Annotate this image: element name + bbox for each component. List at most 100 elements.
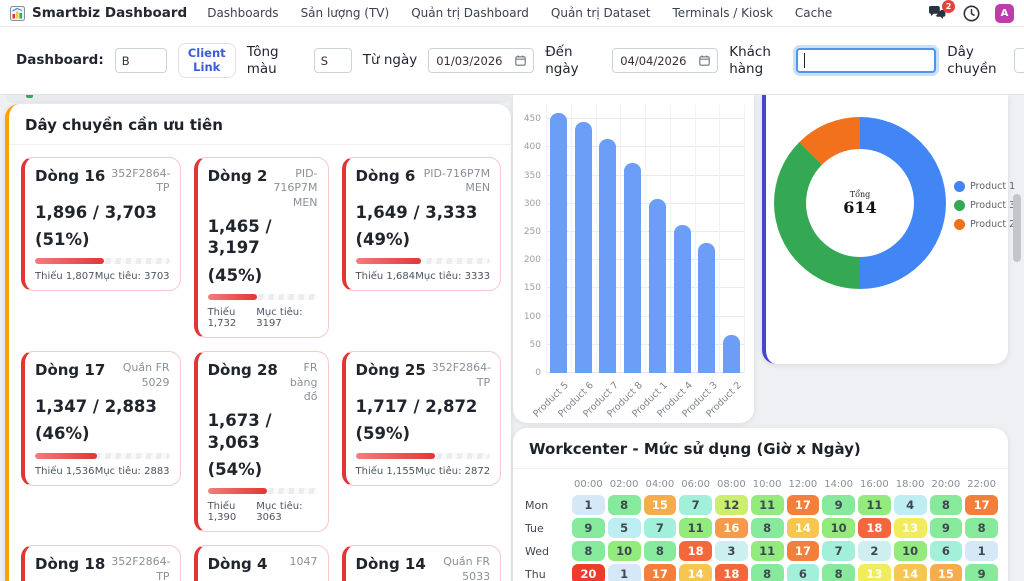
heatmap-cell: 3 (715, 541, 748, 561)
heatmap-col-header: 16:00 (858, 477, 891, 492)
heatmap-cell: 10 (608, 541, 641, 561)
card-progress-fill (356, 453, 435, 459)
top-navbar: Smartbiz Dashboard Dashboards Sản lượng (… (0, 0, 1024, 27)
chat-button[interactable]: 2 (928, 5, 948, 21)
customer-input[interactable] (796, 48, 936, 73)
heatmap-cell: 17 (965, 495, 998, 515)
heatmap-col-header: 18:00 (894, 477, 927, 492)
priority-cards-grid: Dòng 16352F2864-TP1,896 / 3,703(51%)Thiế… (9, 145, 511, 581)
card-item-code: PID-716P7M MEN (273, 167, 317, 210)
heatmap-cell: 10 (894, 541, 927, 561)
nav-item-3[interactable]: Quản trị Dataset (551, 6, 651, 20)
line-input[interactable] (1014, 48, 1024, 73)
donut-legend-label: Product 3 (970, 200, 1015, 211)
client-link-label: Client Link (188, 47, 226, 75)
donut-legend-dot (954, 219, 965, 230)
bar-vgridline (695, 105, 696, 373)
card-progress-pct: (51%) (35, 229, 170, 250)
from-date-input[interactable]: 01/03/2026 (428, 48, 534, 73)
heatmap-cell: 18 (858, 518, 891, 538)
priority-panel-title: Dây chuyền cần ưu tiên (9, 104, 511, 145)
heatmap-col-header: 04:00 (644, 477, 677, 492)
nav-item-0[interactable]: Dashboards (207, 6, 278, 20)
bar-vgridline (596, 105, 597, 373)
bar-plot: 050100150200250300350400450Product 5Prod… (546, 105, 744, 373)
brand[interactable]: Smartbiz Dashboard (10, 5, 187, 21)
heatmap-cell: 15 (930, 564, 963, 581)
user-avatar[interactable]: A (995, 4, 1014, 23)
workcenter-heatmap: 00:0002:0004:0006:0008:0010:0012:0014:00… (513, 469, 1008, 581)
heatmap-row-label: Thu (525, 564, 569, 581)
to-date-label: Đến ngày (545, 44, 601, 76)
page-scrollbar-thumb[interactable] (1013, 194, 1021, 262)
nav-item-1[interactable]: Sản lượng (TV) (301, 6, 390, 20)
to-date-input[interactable]: 04/04/2026 (612, 48, 718, 73)
card-progress-bar (356, 453, 491, 459)
card-progress-fill (35, 258, 104, 264)
calendar-icon (515, 55, 526, 66)
heatmap-cell: 1 (608, 564, 641, 581)
heatmap-cell: 2 (858, 541, 891, 561)
heatmap-col-header: 06:00 (679, 477, 712, 492)
card-header: Dòng 6PID-716P7M MEN (356, 167, 491, 196)
card-line-name: Dòng 28 (208, 361, 278, 404)
workcenter-panel: Workcenter - Mức sử dụng (Giờ x Ngày) 00… (513, 428, 1008, 581)
nav-item-4[interactable]: Terminals / Kiosk (673, 6, 773, 20)
heatmap-cell: 4 (894, 495, 927, 515)
card-progress-fill (356, 258, 422, 264)
bar-ytick-label: 100 (515, 312, 541, 322)
bar-ytick-label: 400 (515, 142, 541, 152)
card-progress-bar (35, 453, 170, 459)
heatmap-cell: 10 (822, 518, 855, 538)
card-target-label: Mục tiêu: 3333 (415, 271, 490, 282)
card-missing-label: Thiếu 1,390 (208, 501, 257, 523)
heatmap-cell: 6 (930, 541, 963, 561)
card-progress-pct: (49%) (356, 229, 491, 250)
bar-vgridline (546, 105, 547, 373)
client-link-button[interactable]: Client Link (178, 43, 236, 79)
heatmap-cell: 1 (572, 495, 605, 515)
bar-series-bar (624, 163, 641, 373)
heatmap-col-header: 22:00 (965, 477, 998, 492)
priority-card: Dòng 6PID-716P7M MEN1,649 / 3,333(49%)Th… (342, 157, 502, 291)
donut-chart-panel: Tổng 614 Product 1Product 3Product 2 (762, 95, 1008, 364)
priority-card: Dòng 14Quần FR 50332,191 / 3,218(68%) (342, 545, 502, 581)
card-item-code: 352F2864-TP (111, 555, 169, 581)
tone-input[interactable] (314, 48, 352, 73)
card-progress-value: 1,896 / 3,703 (35, 202, 170, 223)
nav-item-2[interactable]: Quản trị Dashboard (411, 6, 529, 20)
heatmap-cell: 9 (572, 518, 605, 538)
card-item-code: 1047 (290, 555, 318, 573)
heatmap-cell: 13 (894, 518, 927, 538)
calendar-icon (699, 55, 710, 66)
dashboard-label: Dashboard: (16, 52, 104, 68)
card-progress-bar (35, 258, 170, 264)
bar-ytick-label: 450 (515, 114, 541, 124)
card-missing-label: Thiếu 1,684 (356, 271, 416, 282)
card-progress-fill (208, 294, 257, 300)
card-footer: Thiếu 1,155Mục tiêu: 2872 (356, 466, 491, 477)
card-line-name: Dòng 18 (35, 555, 105, 581)
bar-vgridline (719, 105, 720, 373)
card-progress-value: 1,673 / 3,063 (208, 410, 318, 453)
heatmap-col-header: 20:00 (930, 477, 963, 492)
priority-card: Dòng 17Quần FR 50291,347 / 2,883(46%)Thi… (21, 351, 181, 485)
scrolled-panel-edge (6, 95, 510, 103)
bar-vgridline (620, 105, 621, 373)
page-scrollbar-track[interactable] (1014, 96, 1023, 579)
nav-item-5[interactable]: Cache (795, 6, 832, 20)
donut-legend-dot (954, 200, 965, 211)
from-date-label: Từ ngày (363, 52, 417, 68)
heatmap-col-header: 02:00 (608, 477, 641, 492)
history-clock-button[interactable] (963, 5, 980, 22)
heatmap-cell: 6 (787, 564, 820, 581)
bar-vgridline (670, 105, 671, 373)
donut-legend-item: Product 1 (954, 181, 1015, 192)
donut-legend-item: Product 3 (954, 200, 1015, 211)
card-missing-label: Thiếu 1,732 (208, 307, 257, 329)
card-progress-pct: (59%) (356, 423, 491, 444)
heatmap-cell: 9 (822, 495, 855, 515)
dashboard-input[interactable] (115, 48, 167, 73)
bar-series-bar (575, 122, 592, 373)
heatmap-cell: 11 (858, 495, 891, 515)
